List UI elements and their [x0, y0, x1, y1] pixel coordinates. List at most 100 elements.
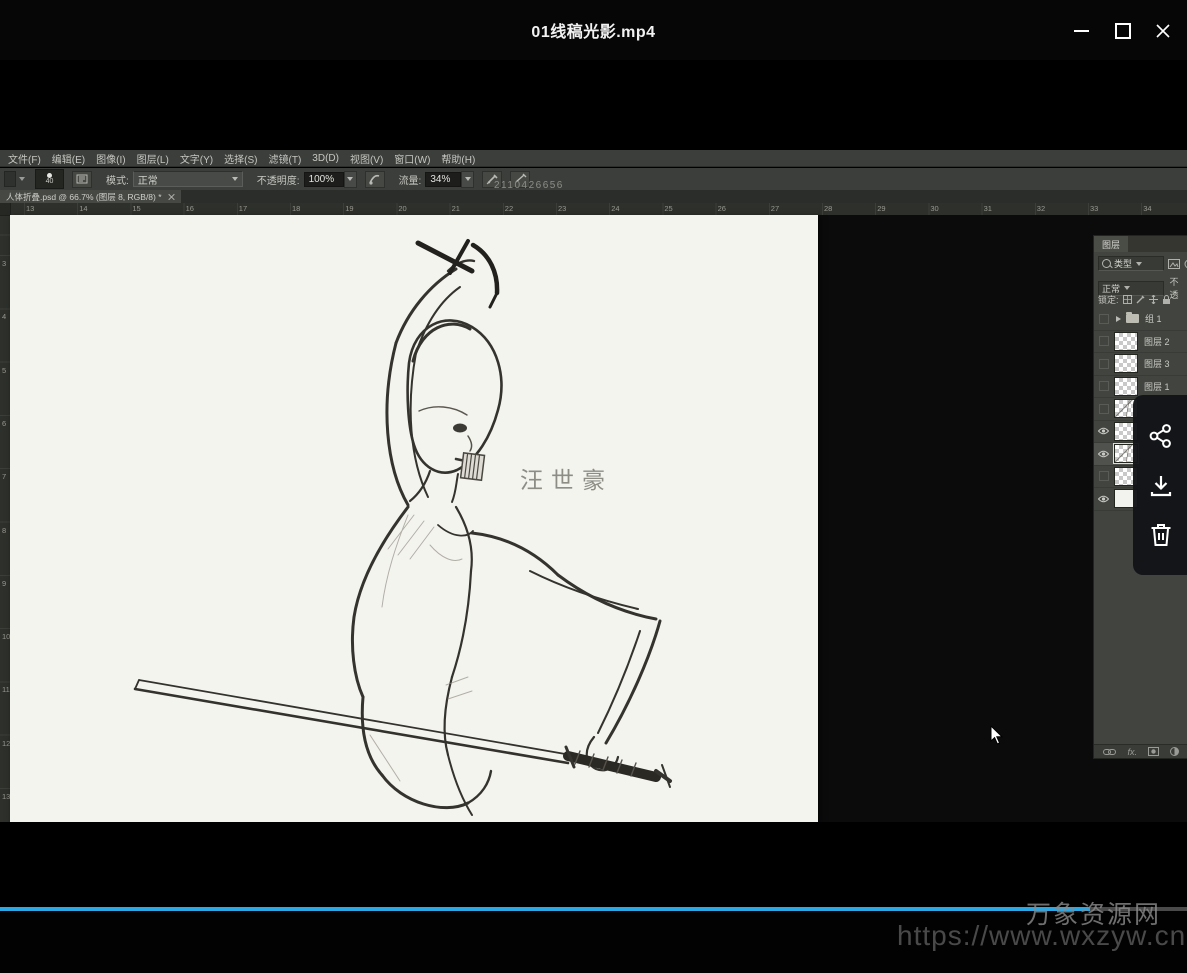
close-button[interactable] [1148, 18, 1178, 44]
visibility-toggle[interactable] [1097, 426, 1110, 437]
brush-size-value: 40 [46, 178, 54, 185]
visibility-toggle[interactable] [1097, 381, 1110, 392]
document-tab-title: 人体折叠.psd @ 66.7% (图层 8, RGB/8) * [6, 191, 162, 203]
title-bar: 01线稿光影.mp4 [0, 0, 1187, 60]
ruler-tick-label: 5 [2, 366, 6, 375]
layers-tab[interactable]: 图层 [1094, 236, 1128, 252]
menu-type[interactable]: 文字(Y) [180, 151, 213, 166]
ruler-tick-label: 29 [877, 204, 885, 213]
ruler-tick-label: 8 [2, 526, 6, 535]
layer-filter-row: 类型 [1098, 256, 1187, 271]
layer-name: 图层 2 [1144, 335, 1170, 348]
ruler-tick-label: 33 [1090, 204, 1098, 213]
menu-image[interactable]: 图像(I) [96, 151, 125, 166]
ruler-tick-label: 34 [1143, 204, 1151, 213]
visibility-toggle[interactable] [1097, 448, 1110, 459]
layer-row-2[interactable]: 图层 2 [1094, 331, 1187, 354]
filter-image-icon[interactable] [1168, 259, 1180, 269]
visibility-toggle[interactable] [1097, 403, 1110, 414]
menu-filter[interactable]: 滤镜(T) [269, 151, 302, 166]
visibility-off-icon [1099, 404, 1109, 414]
pressure-opacity-icon[interactable] [365, 171, 385, 188]
tool-preset-icon[interactable] [4, 171, 16, 187]
blend-mode-dropdown[interactable]: 正常 [133, 171, 243, 187]
layer-row-3[interactable]: 图层 3 [1094, 353, 1187, 376]
brush-preset-picker[interactable]: 40 [35, 169, 64, 189]
ps-canvas[interactable]: 汪世豪 [10, 215, 818, 822]
eye-icon [1098, 427, 1109, 435]
visibility-toggle[interactable] [1097, 336, 1110, 347]
menu-help[interactable]: 帮助(H) [441, 151, 475, 166]
flow-label: 流量: [399, 172, 422, 187]
layer-thumbnail [1114, 354, 1138, 373]
opacity-label: 不透明度: [257, 172, 300, 187]
player-controls: 04:22:01 / 04:45:54 倍速 超清 字幕 [0, 911, 1187, 973]
download-button[interactable] [1148, 473, 1174, 499]
ruler-tick-label: 21 [452, 204, 460, 213]
download-icon [1148, 473, 1174, 499]
ruler-tick-label: 20 [398, 204, 406, 213]
share-icon [1148, 423, 1174, 449]
visibility-toggle[interactable] [1097, 471, 1110, 482]
lock-position-icon[interactable] [1149, 295, 1158, 304]
visibility-toggle[interactable] [1097, 358, 1110, 369]
close-icon [1155, 23, 1171, 39]
menu-layer[interactable]: 图层(L) [137, 151, 169, 166]
menu-file[interactable]: 文件(F) [8, 151, 41, 166]
visibility-toggle[interactable] [1097, 313, 1110, 324]
minimize-icon [1074, 30, 1089, 32]
site-action-panel [1133, 395, 1187, 575]
visibility-off-icon [1099, 359, 1109, 369]
minimize-button[interactable] [1066, 18, 1096, 44]
layer-thumbnail [1114, 377, 1138, 396]
ruler-tick-label: 13 [26, 204, 34, 213]
opacity-spinner[interactable] [344, 171, 357, 188]
flow-field[interactable]: 34% [425, 172, 461, 187]
ruler-tick-label: 22 [505, 204, 513, 213]
window-title: 01线稿光影.mp4 [0, 18, 1187, 42]
trash-icon [1149, 522, 1173, 548]
maximize-button[interactable] [1108, 18, 1138, 44]
lock-all-icon[interactable] [1162, 295, 1171, 305]
lock-transparency-icon[interactable] [1123, 295, 1132, 304]
menu-window[interactable]: 窗口(W) [394, 151, 430, 166]
ruler-tick-label: 18 [292, 204, 300, 213]
adjustment-layer-icon[interactable] [1170, 747, 1179, 756]
spinner-arrow-icon [465, 177, 471, 181]
layer-style-fx-icon[interactable]: fx. [1127, 747, 1137, 757]
menu-edit[interactable]: 编辑(E) [52, 151, 85, 166]
layer-mask-icon[interactable] [1148, 747, 1159, 756]
menu-3d[interactable]: 3D(D) [312, 153, 339, 164]
group-caret-icon[interactable] [1116, 316, 1121, 322]
dropdown-arrow-icon [232, 177, 238, 181]
menu-view[interactable]: 视图(V) [350, 151, 383, 166]
menu-select[interactable]: 选择(S) [224, 151, 257, 166]
ruler-tick-label: 17 [239, 204, 247, 213]
ruler-tick-label: 27 [771, 204, 779, 213]
layer-filter-dropdown[interactable]: 类型 [1098, 256, 1164, 271]
lock-pixels-icon[interactable] [1136, 295, 1145, 304]
link-layers-icon[interactable] [1103, 748, 1116, 756]
visibility-off-icon [1099, 471, 1109, 481]
tab-close-icon[interactable] [168, 193, 175, 200]
document-tab[interactable]: 人体折叠.psd @ 66.7% (图层 8, RGB/8) * [0, 190, 181, 203]
panel-tab-strip: 图层 [1094, 236, 1187, 252]
ruler-tick-label: 24 [611, 204, 619, 213]
layer-row-group1[interactable]: 组 1 [1094, 308, 1187, 331]
artist-signature: 汪世豪 [520, 461, 613, 495]
spinner-arrow-icon [347, 177, 353, 181]
toggle-brush-panel-icon[interactable] [72, 171, 92, 188]
ruler-tick-label: 11 [2, 685, 10, 694]
layer-name: 图层 1 [1144, 380, 1170, 393]
opacity-field[interactable]: 100% [304, 172, 344, 187]
filter-kind-value: 类型 [1114, 257, 1132, 270]
opacity-value: 100% [309, 174, 335, 185]
eye-icon [1098, 450, 1109, 458]
delete-button[interactable] [1148, 522, 1174, 548]
flow-spinner[interactable] [461, 171, 474, 188]
mouse-cursor [990, 726, 1004, 751]
ruler-tick-label: 16 [186, 204, 194, 213]
layer-name: 图层 3 [1144, 357, 1170, 370]
visibility-toggle[interactable] [1097, 493, 1110, 504]
share-button[interactable] [1148, 423, 1174, 449]
